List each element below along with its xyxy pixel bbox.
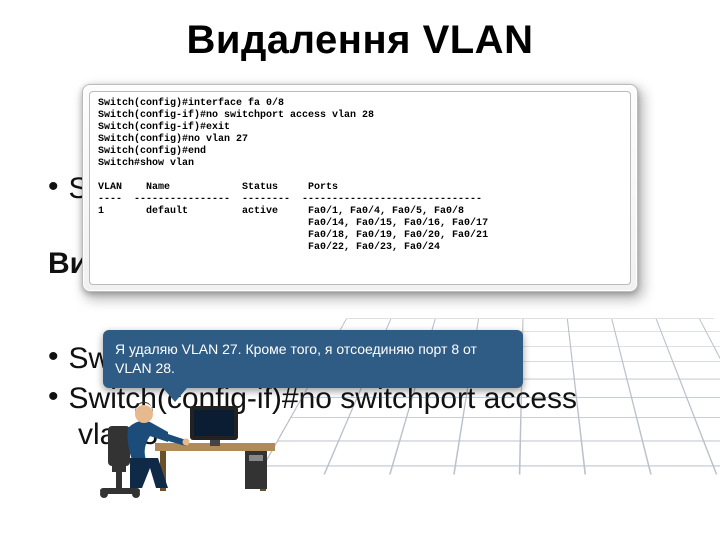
person-at-desk-icon xyxy=(100,388,300,508)
term-blank xyxy=(98,170,622,182)
speech-callout: Я удаляю VLAN 27. Кроме того, я отсоедин… xyxy=(103,330,523,388)
term-separator: ---- ---------------- -------- ---------… xyxy=(98,194,622,206)
term-row: Fa0/14, Fa0/15, Fa0/16, Fa0/17 xyxy=(98,218,622,230)
bullet-dot: • xyxy=(48,340,59,373)
term-columns: VLAN Name Status Ports xyxy=(98,182,622,194)
callout-text: Я удаляю VLAN 27. Кроме того, я отсоедин… xyxy=(115,341,477,376)
term-line: Switch(config)#end xyxy=(98,146,622,158)
term-line: Switch(config-if)#exit xyxy=(98,122,622,134)
slide: Видалення VLAN •Switch(config)#no vlan 3… xyxy=(0,0,720,540)
term-row: Fa0/18, Fa0/19, Fa0/20, Fa0/21 xyxy=(98,230,622,242)
terminal-panel: Switch(config)#interface fa 0/8 Switch(c… xyxy=(82,84,638,292)
term-line: Switch(config)#interface fa 0/8 xyxy=(98,98,622,110)
term-line: Switch(config)#no vlan 27 xyxy=(98,134,622,146)
term-line: Switch#show vlan xyxy=(98,158,622,170)
term-row: Fa0/22, Fa0/23, Fa0/24 xyxy=(98,242,622,254)
bullet-dot: • xyxy=(48,170,59,203)
bullet-dot: • xyxy=(48,380,59,413)
term-row: 1 default active Fa0/1, Fa0/4, Fa0/5, Fa… xyxy=(98,206,622,218)
admin-illustration xyxy=(100,388,300,508)
page-title: Видалення VLAN xyxy=(0,18,720,63)
term-line: Switch(config-if)#no switchport access v… xyxy=(98,110,622,122)
terminal-output: Switch(config)#interface fa 0/8 Switch(c… xyxy=(89,91,631,285)
